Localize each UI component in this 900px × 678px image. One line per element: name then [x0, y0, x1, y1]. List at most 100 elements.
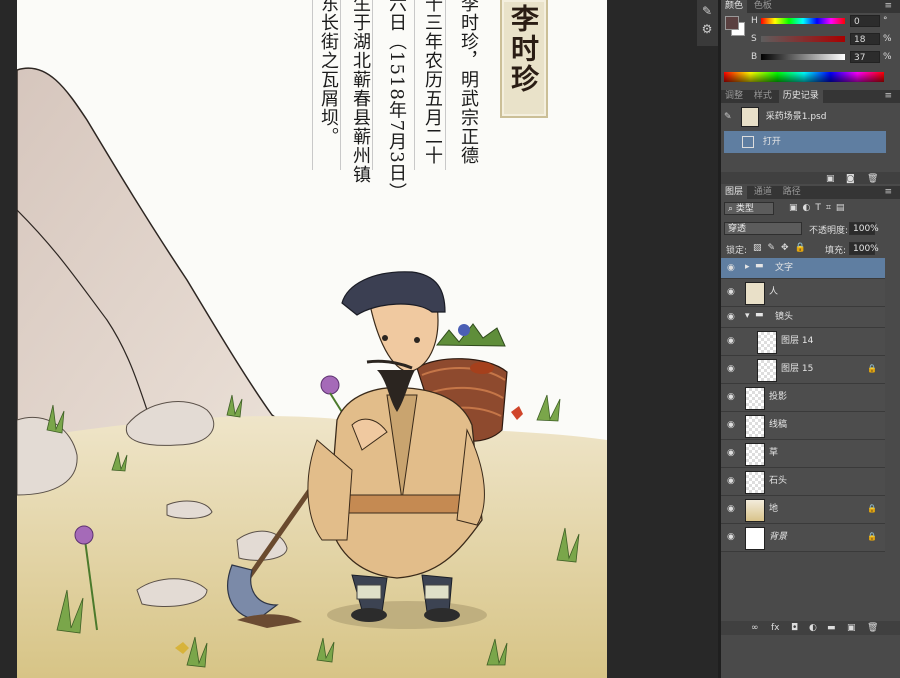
layers-panel-tabs: 图层 通道 路径 ≡ [721, 186, 900, 199]
search-icon: ⌕ [728, 204, 734, 214]
text-line-2: 十三年农历五月二十 [422, 0, 443, 165]
history-snapshot[interactable]: ✎ 采药场景1.psd [724, 104, 886, 130]
layer-style-icon[interactable]: fx [771, 623, 780, 633]
document-icon [742, 135, 754, 148]
hue-value[interactable]: 0 [850, 15, 880, 27]
document-workspace: 李时珍，明武宗正德 十三年农历五月二十 六日（1518年7月3日） 生于湖北蕲春… [0, 0, 718, 678]
lock-icons[interactable]: ▨✎✥🔒 [753, 243, 812, 253]
tab-history[interactable]: 历史记录 [778, 90, 823, 103]
fill-input[interactable]: 100% [849, 242, 879, 255]
new-layer-icon[interactable]: ▣ [847, 623, 856, 633]
layer-row-14[interactable]: ◉ 图层 14 [721, 328, 885, 356]
camera-icon[interactable]: ◙ [846, 174, 855, 184]
new-group-icon[interactable]: ▬ [827, 623, 836, 633]
eye-icon[interactable]: ◉ [727, 312, 737, 322]
layer-name: 文字 [775, 263, 794, 273]
layer-filter-select[interactable]: ⌕ 类型 [724, 202, 774, 215]
tab-swatches[interactable]: 色板 [750, 0, 776, 13]
panel-menu-icon[interactable]: ≡ [880, 186, 896, 199]
text-rule [372, 0, 373, 170]
tab-layers[interactable]: 图层 [721, 186, 748, 199]
lock-icon: 🔒 [867, 504, 877, 513]
layer-name: 线稿 [769, 420, 788, 430]
fill-label: 填充: [825, 246, 847, 256]
hue-slider[interactable] [761, 18, 845, 24]
eye-icon[interactable]: ◉ [727, 287, 737, 297]
saturation-slider[interactable] [761, 36, 845, 42]
brightness-value[interactable]: 37 [850, 51, 880, 63]
layer-row-text-group[interactable]: ◉ ▸ ▬ 文字 [721, 258, 885, 279]
collapse-arrow-icon[interactable]: ▾ [745, 311, 750, 321]
opacity-value: 100% [853, 224, 879, 234]
eye-icon[interactable]: ◉ [727, 476, 737, 486]
eye-icon[interactable]: ◉ [727, 420, 737, 430]
layer-name: 石头 [769, 476, 788, 486]
document-canvas[interactable]: 李时珍，明武宗正德 十三年农历五月二十 六日（1518年7月3日） 生于湖北蕲春… [17, 0, 607, 678]
history-state[interactable]: 打开 [724, 131, 886, 153]
blend-mode-value: 穿透 [728, 224, 747, 234]
layer-row-grass[interactable]: ◉ 草 [721, 440, 885, 468]
layers-footer: ∞ fx ◘ ◐ ▬ ▣ 🗑 [721, 621, 900, 635]
tab-channels[interactable]: 通道 [750, 186, 776, 199]
adjustment-layer-icon[interactable]: ◐ [809, 623, 817, 633]
eye-icon[interactable]: ◉ [727, 263, 737, 273]
eye-icon[interactable]: ◉ [727, 448, 737, 458]
tab-adjustments[interactable]: 调整 [721, 90, 747, 103]
folder-icon: ▬ [755, 310, 764, 320]
expand-arrow-icon[interactable]: ▸ [745, 262, 750, 272]
layer-row-ground[interactable]: ◉ 地 🔒 [721, 496, 885, 524]
text-line-1: 李时珍，明武宗正德 [458, 0, 479, 165]
eye-icon[interactable]: ◉ [727, 336, 737, 346]
new-document-icon[interactable]: ▣ [826, 174, 835, 184]
lock-label: 锁定: [726, 246, 748, 256]
layer-name: 背景 [769, 532, 788, 542]
brush-preset-icon[interactable]: ✎ [700, 4, 714, 18]
foreground-color-swatch[interactable] [725, 16, 739, 30]
tab-color[interactable]: 颜色 [721, 0, 748, 13]
opacity-label: 不透明度: [809, 226, 849, 236]
layer-row-shadow[interactable]: ◉ 投影 [721, 384, 885, 412]
layer-row-person[interactable]: ◉ 人 [721, 279, 885, 307]
panel-menu-icon[interactable]: ≡ [880, 0, 896, 13]
color-panel-tabs: 颜色 色板 ≡ [721, 0, 900, 13]
layer-thumbnail [757, 359, 777, 382]
text-rule [445, 0, 446, 170]
layer-thumbnail [745, 282, 765, 305]
blend-mode-select[interactable]: 穿透 [724, 222, 802, 235]
trash-icon[interactable]: 🗑 [867, 174, 878, 184]
brightness-slider[interactable] [761, 54, 845, 60]
layer-filter-icons[interactable]: ▣◐T⌗▤ [789, 203, 849, 213]
eye-icon[interactable]: ◉ [727, 504, 737, 514]
layer-mask-icon[interactable]: ◘ [791, 623, 798, 633]
layer-name: 投影 [769, 392, 788, 402]
red-flower [511, 406, 523, 420]
eye-icon[interactable]: ◉ [727, 364, 737, 374]
layer-thumbnail [745, 443, 765, 466]
layer-row-lineart[interactable]: ◉ 线稿 [721, 412, 885, 440]
panel-menu-icon[interactable]: ≡ [880, 90, 896, 103]
layer-name: 地 [769, 504, 779, 514]
snapshot-name: 采药场景1.psd [765, 112, 827, 122]
hue-unit: ° [883, 16, 888, 26]
trash-icon[interactable]: 🗑 [867, 623, 878, 633]
brush-icon: ✎ [724, 112, 732, 122]
link-layers-icon[interactable]: ∞ [751, 623, 759, 633]
tool-preset-icon[interactable]: ⚙ [700, 22, 714, 36]
eye-icon[interactable]: ◉ [727, 532, 737, 542]
opacity-input[interactable]: 100% [849, 222, 879, 235]
layer-name: 草 [769, 448, 779, 458]
panel-dock: 颜色 色板 ≡ H 0 ° S 18 % B 37 % 调整 样式 历史记录 ≡… [721, 0, 900, 678]
saturation-value[interactable]: 18 [850, 33, 880, 45]
eye-icon[interactable]: ◉ [727, 392, 737, 402]
layer-row-background[interactable]: ◉ 背景 🔒 [721, 524, 885, 552]
layer-name: 图层 15 [781, 364, 814, 374]
layer-row-15[interactable]: ◉ 图层 15 🔒 [721, 356, 885, 384]
tab-styles[interactable]: 样式 [750, 90, 776, 103]
layer-thumbnail [745, 415, 765, 438]
brightness-unit: % [883, 52, 892, 62]
text-line-4: 生于湖北蕲春县蕲州镇 [350, 0, 371, 184]
layer-row-stones[interactable]: ◉ 石头 [721, 468, 885, 496]
layer-row-camera-group[interactable]: ◉ ▾ ▬ 镜头 [721, 307, 885, 328]
tab-paths[interactable]: 路径 [779, 186, 805, 199]
color-spectrum-ramp[interactable] [724, 72, 884, 82]
